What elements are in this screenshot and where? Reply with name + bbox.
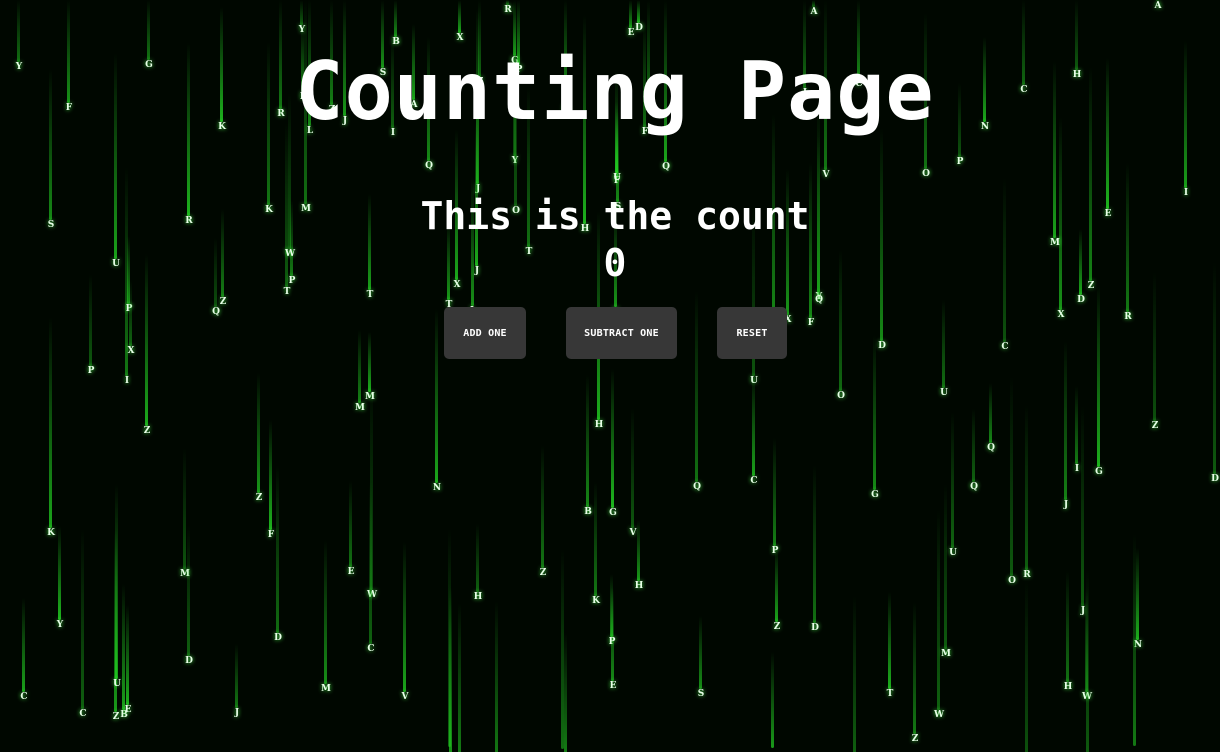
counter-app: Counting Page This is the count 0 ADD ON… (0, 0, 1220, 752)
subtract-one-button[interactable]: SUBTRACT ONE (566, 307, 677, 359)
count-value: 0 (603, 241, 627, 285)
page-title: Counting Page (295, 45, 935, 138)
count-label: This is the count (420, 194, 810, 238)
reset-button[interactable]: RESET (717, 307, 787, 359)
add-one-button[interactable]: ADD ONE (444, 307, 526, 359)
